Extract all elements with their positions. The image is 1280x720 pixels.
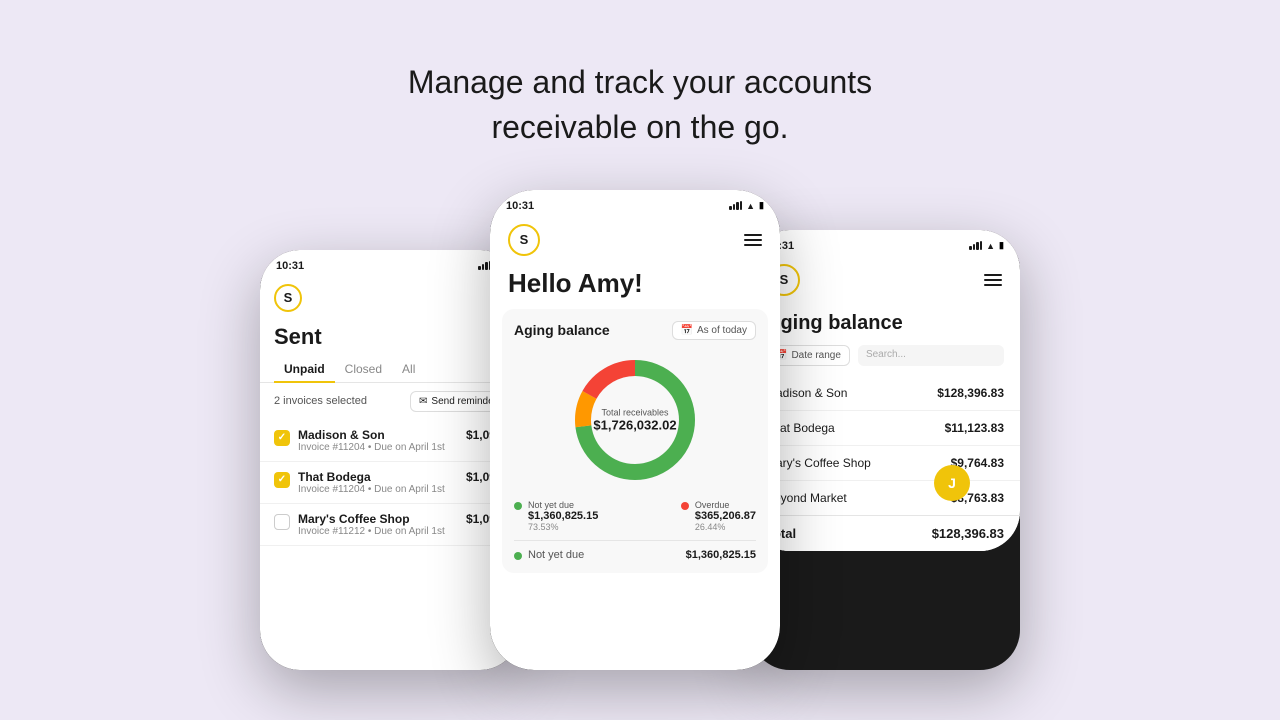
center-logo-symbol: S [520,232,529,247]
legend-not-yet-due: Not yet due $1,360,825.15 73.53% [514,500,598,532]
center-logo-bar: S [490,216,780,264]
action-bar: 2 invoices selected ✉ Send reminder [260,383,520,420]
right-status-icons: ▲ ▮ [969,240,1004,251]
headline: Manage and track your accounts receivabl… [408,60,872,150]
aging-balance-section: Aging balance 📅 As of today [502,309,768,573]
avatar-bubble: J [934,465,970,501]
total-row: Total $128,396.83 [750,515,1020,551]
greeting: Hello Amy! [490,264,780,309]
hamburger-icon[interactable] [744,234,762,246]
center-time: 10:31 [506,200,534,212]
legend-overdue: Overdue $365,206.87 26.44% [681,500,756,532]
client-row-1[interactable]: Madison & Son $128,396.83 [750,376,1020,411]
tabs-row: Unpaid Closed All [260,356,520,383]
logo-symbol: S [284,290,293,305]
checkbox-3[interactable] [274,514,290,530]
right-status-bar: 10:31 ▲ ▮ [750,230,1020,256]
tab-closed[interactable]: Closed [335,356,392,382]
center-phone: 10:31 ▲ ▮ S [490,190,780,670]
invoice-detail-2: Invoice #11204 • Due on April 1st [298,484,458,495]
phones-container: 10:31 ▲ S Sent [0,190,1280,670]
headline-line1: Manage and track your accounts [408,64,872,100]
invoice-row-2[interactable]: ✓ That Bodega Invoice #11204 • Due on Ap… [260,462,520,504]
invoice-row-3[interactable]: Mary's Coffee Shop Invoice #11212 • Due … [260,504,520,546]
selection-text: 2 invoices selected [274,395,367,407]
search-input[interactable]: Search... [858,345,1004,366]
left-phone: 10:31 ▲ S Sent [260,250,520,670]
reminder-icon: ✉ [419,396,427,407]
right-wifi-icon: ▲ [986,241,995,251]
client-row-3[interactable]: Mary's Coffee Shop $9,764.83 [750,446,1020,481]
center-phone-screen: 10:31 ▲ ▮ S [490,190,780,670]
invoice-name-1: Madison & Son [298,428,458,442]
right-phone-screen: 10:31 ▲ ▮ S [750,230,1020,551]
invoice-detail-1: Invoice #11204 • Due on April 1st [298,442,458,453]
right-filter-row: 📅 Date range Search... [750,345,1020,376]
client-row-2[interactable]: That Bodega $11,123.83 [750,411,1020,446]
invoice-row-1[interactable]: ✓ Madison & Son Invoice #11204 • Due on … [260,420,520,462]
left-logo: S [274,284,302,312]
left-status-bar: 10:31 ▲ [260,250,520,276]
signal-bar-3 [485,262,488,270]
invoice-info-2: That Bodega Invoice #11204 • Due on Apri… [298,470,458,495]
right-hamburger-icon[interactable] [984,274,1002,286]
as-of-today-button[interactable]: 📅 As of today [672,321,756,340]
right-logo-bar: S [750,256,1020,304]
donut-chart: Total receivables $1,726,032.02 [514,350,756,490]
checkbox-1[interactable]: ✓ [274,430,290,446]
invoice-info-1: Madison & Son Invoice #11204 • Due on Ap… [298,428,458,453]
right-phone: 10:31 ▲ ▮ S [750,230,1020,670]
right-signal-icon [969,241,982,250]
signal-bar-1 [478,266,481,270]
sent-title: Sent [260,320,520,356]
donut-center: Total receivables $1,726,032.02 [593,407,676,432]
invoice-detail-3: Invoice #11212 • Due on April 1st [298,526,458,537]
calendar-icon: 📅 [681,325,693,336]
center-status-bar: 10:31 ▲ ▮ [490,190,780,216]
right-logo-symbol: S [780,272,789,287]
right-battery-icon: ▮ [999,240,1004,251]
right-aging-title: Aging balance [750,304,1020,345]
invoice-name-2: That Bodega [298,470,458,484]
red-dot [681,502,689,510]
legend-row: Not yet due $1,360,825.15 73.53% Overdue… [514,500,756,532]
left-phone-screen: 10:31 ▲ S Sent [260,250,520,670]
center-logo: S [508,224,540,256]
center-wifi-icon: ▲ [746,201,755,211]
center-battery-icon: ▮ [759,200,764,211]
checkbox-2[interactable]: ✓ [274,472,290,488]
signal-bar-2 [482,264,485,270]
left-logo-bar: S [260,276,520,320]
green-dot [514,502,522,510]
tab-unpaid[interactable]: Unpaid [274,356,335,382]
invoice-info-3: Mary's Coffee Shop Invoice #11212 • Due … [298,512,458,537]
aging-title: Aging balance [514,322,610,338]
left-time: 10:31 [276,260,304,272]
send-reminder-label: Send reminder [431,396,497,407]
nyd-dot [514,552,522,560]
headline-line2: receivable on the go. [491,109,788,145]
not-yet-due-row: Not yet due $1,360,825.15 [514,540,756,561]
center-status-icons: ▲ ▮ [729,200,764,211]
center-signal-icon [729,201,742,210]
tab-all[interactable]: All [392,356,425,382]
invoice-name-3: Mary's Coffee Shop [298,512,458,526]
aging-header: Aging balance 📅 As of today [514,321,756,340]
client-row-4[interactable]: Beyond Market $8,763.83 [750,481,1020,516]
